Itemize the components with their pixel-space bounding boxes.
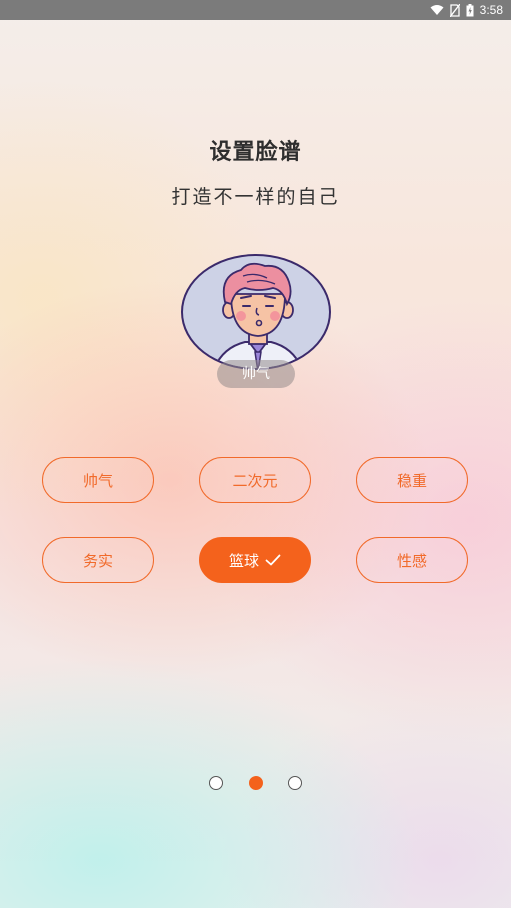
page-subtitle: 打造不一样的自己 — [171, 186, 340, 208]
page-dot-active[interactable] — [249, 776, 263, 790]
page-dot[interactable] — [288, 776, 302, 790]
battery-charging-icon — [466, 3, 474, 17]
tag-label: 稳重 — [396, 471, 427, 490]
tag-button[interactable]: 务实 — [42, 537, 154, 583]
tag-button[interactable]: 稳重 — [356, 457, 468, 503]
avatar-tag-label: 帅气 — [217, 360, 295, 388]
tag-label: 务实 — [82, 551, 113, 570]
tag-label: 二次元 — [232, 471, 278, 490]
no-sim-icon — [449, 3, 460, 17]
tag-label: 篮球 — [228, 551, 259, 570]
tag-button[interactable]: 帅气 — [42, 457, 154, 503]
tag-button[interactable]: 性感 — [356, 537, 468, 583]
status-bar: 3:58 — [0, 0, 511, 20]
tag-label: 性感 — [396, 551, 427, 570]
page-indicator — [0, 776, 511, 790]
tag-button[interactable]: 二次元 — [199, 457, 311, 503]
checkmark-icon — [265, 554, 281, 566]
wifi-icon — [430, 4, 444, 16]
avatar[interactable] — [181, 254, 331, 370]
clock: 3:58 — [479, 3, 503, 17]
page-dot[interactable] — [209, 776, 223, 790]
tag-button-selected[interactable]: 篮球 — [199, 537, 311, 583]
tag-label: 帅气 — [82, 471, 113, 490]
avatar-illustration — [181, 254, 331, 370]
page-title: 设置脸谱 — [209, 140, 302, 165]
